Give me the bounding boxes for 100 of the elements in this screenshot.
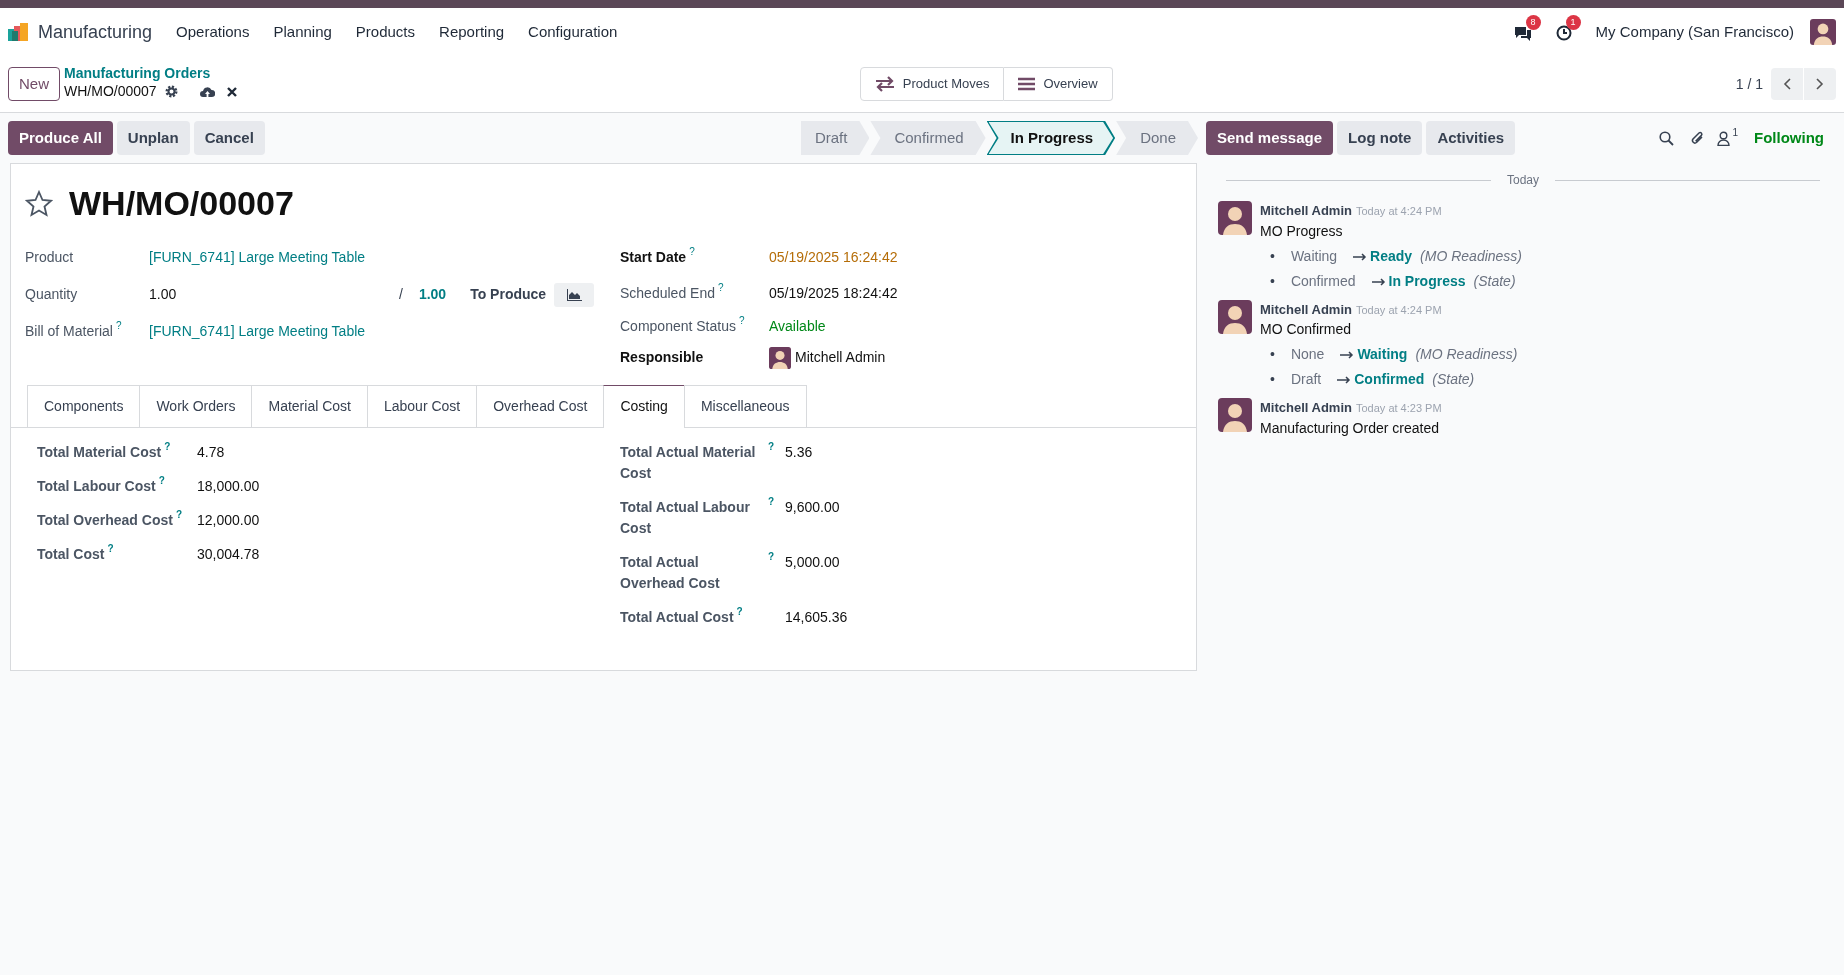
previous-button[interactable]: [1771, 68, 1803, 100]
field-value: 05/19/2025 16:24:42: [769, 248, 898, 267]
pager-value: 1 / 1: [1735, 74, 1763, 94]
status-stage[interactable]: Confirmed: [870, 121, 986, 155]
smart-button[interactable]: Overview: [1004, 67, 1113, 101]
swap-arrows-icon: [874, 76, 895, 92]
paperclip-icon[interactable]: [1690, 130, 1706, 146]
form-tab[interactable]: Miscellaneous: [683, 385, 807, 427]
field-label: To Produce: [470, 285, 547, 304]
forecast-button[interactable]: [554, 282, 595, 307]
field-label: Component Status: [620, 317, 736, 336]
bullet-marker: •: [1270, 272, 1275, 289]
person-icon[interactable]: [1717, 130, 1731, 146]
user-avatar[interactable]: [1810, 19, 1836, 45]
status-stage[interactable]: Done: [1116, 121, 1198, 155]
help-marker[interactable]: ?: [736, 607, 743, 617]
chatter-button[interactable]: Log note: [1337, 121, 1423, 155]
cost-value: 5,000.00: [785, 553, 840, 572]
menu-item[interactable]: Products: [355, 20, 416, 44]
cloud-upload-icon[interactable]: [199, 85, 215, 98]
help-marker[interactable]: ?: [115, 321, 122, 331]
status-stage[interactable]: Draft: [800, 121, 870, 155]
app-name[interactable]: Manufacturing: [38, 18, 153, 46]
help-marker[interactable]: ?: [768, 497, 775, 507]
field-value: Available: [769, 317, 826, 336]
old-value: None: [1290, 346, 1325, 362]
field-link[interactable]: [FURN_6741] Large Meeting Table: [149, 321, 366, 342]
cost-value: 5.36: [785, 443, 813, 462]
menu-item[interactable]: Configuration: [528, 20, 618, 44]
notification-badge: 1: [1565, 14, 1581, 30]
record-title: WH/MO/00007: [69, 183, 294, 224]
bullet-marker: •: [1270, 371, 1275, 387]
field-value: 1.00: [149, 285, 178, 304]
help-marker[interactable]: ?: [768, 552, 775, 562]
message-author[interactable]: Mitchell Admin: [1260, 299, 1352, 319]
message-time: Today at 4:23 PM: [1355, 401, 1442, 416]
field-label: Total Labour Cost: [37, 477, 156, 496]
chatter-button[interactable]: Activities: [1426, 121, 1516, 155]
field-name: (State): [1432, 371, 1475, 387]
arrow-right-icon: [1371, 277, 1386, 286]
new-button[interactable]: New: [8, 66, 60, 102]
avatar-icon: [1218, 398, 1252, 432]
action-button[interactable]: Cancel: [193, 121, 265, 155]
search-icon[interactable]: [1659, 130, 1675, 146]
field-value: Mitchell Admin: [795, 348, 886, 367]
app-logo-icon: [8, 23, 30, 41]
settings-icon[interactable]: [164, 85, 178, 99]
chatter-button[interactable]: Send message: [1206, 121, 1334, 155]
field-label: Total Actual Labour Cost: [620, 498, 751, 538]
bullet-marker: •: [1270, 247, 1275, 264]
cost-value: 4.78: [197, 443, 225, 462]
new-value: Confirmed: [1354, 371, 1425, 387]
message-time: Today at 4:24 PM: [1355, 302, 1442, 318]
help-marker[interactable]: ?: [164, 442, 171, 452]
company-switcher[interactable]: My Company (San Francisco): [1595, 20, 1794, 44]
close-icon[interactable]: [226, 86, 237, 97]
new-value: Ready: [1370, 247, 1413, 264]
message-author[interactable]: Mitchell Admin: [1260, 398, 1352, 418]
field-label: Total Actual Overhead Cost: [620, 553, 721, 593]
following-button[interactable]: Following: [1754, 126, 1824, 150]
status-stage[interactable]: In Progress: [986, 121, 1116, 155]
chevron-left-icon: [1783, 78, 1791, 90]
field-label: Total Actual Cost: [620, 608, 734, 627]
menu-item[interactable]: Reporting: [439, 20, 505, 44]
field-label: Responsible: [620, 348, 704, 367]
cost-value: 30,004.78: [197, 545, 260, 564]
action-button[interactable]: Unplan: [116, 121, 190, 155]
field-name: (MO Readiness): [1415, 346, 1518, 362]
chat-icon[interactable]: [1513, 24, 1532, 41]
message-author[interactable]: Mitchell Admin: [1260, 201, 1352, 221]
form-tab[interactable]: Components: [27, 385, 141, 427]
menu-icon: [1018, 77, 1036, 91]
clock-icon[interactable]: [1555, 24, 1572, 41]
breadcrumb-link[interactable]: Manufacturing Orders: [64, 65, 237, 82]
follower-count: 1: [1732, 125, 1738, 140]
field-link[interactable]: [FURN_6741] Large Meeting Table: [149, 247, 366, 268]
field-label: Bill of Material: [25, 322, 113, 341]
help-marker[interactable]: ?: [175, 510, 182, 520]
avatar-icon: [1218, 299, 1252, 334]
help-marker[interactable]: ?: [107, 544, 114, 554]
help-marker[interactable]: ?: [158, 476, 165, 486]
help-marker[interactable]: ?: [738, 316, 745, 326]
help-marker[interactable]: ?: [768, 442, 775, 452]
next-button[interactable]: [1804, 68, 1836, 100]
cost-value: 18,000.00: [197, 477, 260, 496]
arrow-right-icon: [1340, 351, 1355, 360]
field-label: Total Overhead Cost: [37, 511, 173, 530]
arrow-right-icon: [1337, 376, 1352, 385]
cost-value: 14,605.36: [785, 608, 848, 627]
notification-badge: 8: [1525, 14, 1541, 30]
area-chart-icon: [566, 288, 582, 301]
form-tab[interactable]: Costing: [603, 385, 685, 428]
help-marker[interactable]: ?: [689, 247, 695, 257]
field-name: (MO Readiness): [1420, 247, 1523, 264]
star-icon[interactable]: [25, 190, 53, 217]
menu-item[interactable]: Operations: [176, 20, 250, 44]
menu-item[interactable]: Planning: [273, 20, 332, 44]
action-button[interactable]: Produce All: [8, 121, 113, 155]
smart-button[interactable]: Product Moves: [859, 67, 1005, 101]
help-marker[interactable]: ?: [717, 283, 724, 293]
